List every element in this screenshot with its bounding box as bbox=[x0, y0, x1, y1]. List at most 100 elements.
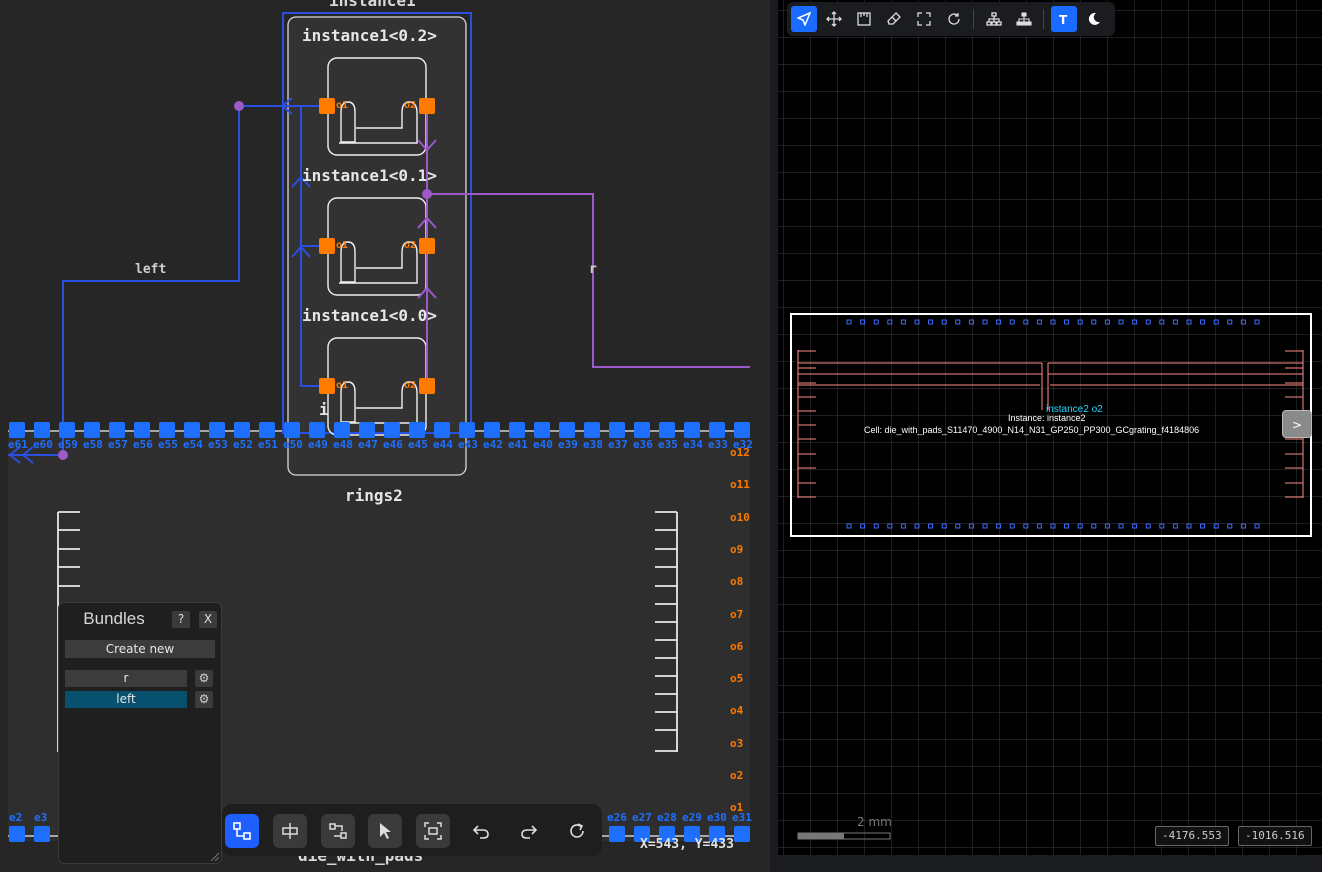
select-arrow-icon[interactable] bbox=[791, 6, 817, 32]
port-pad[interactable] bbox=[734, 826, 750, 842]
port-label: o5 bbox=[730, 672, 744, 686]
port-pad[interactable] bbox=[734, 422, 750, 438]
eraser-icon[interactable] bbox=[881, 6, 907, 32]
port-pad[interactable] bbox=[184, 422, 200, 438]
port-label: e59 bbox=[58, 438, 78, 451]
fullscreen-icon[interactable] bbox=[911, 6, 937, 32]
port-label: e45 bbox=[408, 438, 428, 451]
port-pad[interactable] bbox=[9, 826, 25, 842]
redo-icon[interactable] bbox=[512, 814, 546, 848]
bundle-tool-icon[interactable] bbox=[321, 814, 355, 848]
port-pad[interactable] bbox=[284, 422, 300, 438]
port-label: e40 bbox=[533, 438, 553, 451]
ruler-icon[interactable] bbox=[851, 6, 877, 32]
split-tool-icon[interactable] bbox=[273, 814, 307, 848]
route-tool-icon[interactable] bbox=[225, 814, 259, 848]
scale-label: 2 mm bbox=[857, 815, 892, 829]
port-pad[interactable] bbox=[509, 422, 525, 438]
bundle-item-r[interactable]: r bbox=[65, 670, 187, 687]
port-pad[interactable] bbox=[59, 422, 75, 438]
port-pad[interactable] bbox=[409, 422, 425, 438]
port-label: e54 bbox=[183, 438, 203, 451]
port-pad[interactable] bbox=[159, 422, 175, 438]
port-pad[interactable] bbox=[209, 422, 225, 438]
layout-viewer[interactable]: instance2 o2 Instance: instance2 Cell: d… bbox=[778, 0, 1322, 872]
port-label: e43 bbox=[458, 438, 478, 451]
text-toggle-icon[interactable]: T bbox=[1051, 6, 1077, 32]
port-pad[interactable] bbox=[134, 422, 150, 438]
port-pad[interactable] bbox=[34, 422, 50, 438]
undo-icon[interactable] bbox=[464, 814, 498, 848]
port-pad[interactable] bbox=[384, 422, 400, 438]
expand-panel-button[interactable]: > bbox=[1282, 410, 1312, 438]
bundles-panel: Bundles ? X Create new r ⚙ left ⚙ bbox=[58, 602, 222, 864]
port-pad[interactable] bbox=[334, 422, 350, 438]
port-pad[interactable] bbox=[609, 826, 625, 842]
port-label: e56 bbox=[133, 438, 153, 451]
port-pad[interactable] bbox=[434, 422, 450, 438]
cursor-position-readout: X=543, Y=433 bbox=[640, 837, 734, 852]
port-pad[interactable] bbox=[109, 422, 125, 438]
hierarchy-icon[interactable] bbox=[981, 6, 1007, 32]
port-pad[interactable] bbox=[309, 422, 325, 438]
port-label: o3 bbox=[730, 736, 744, 750]
port-pad[interactable] bbox=[609, 422, 625, 438]
move-icon[interactable] bbox=[821, 6, 847, 32]
resize-grip-icon[interactable] bbox=[209, 851, 219, 861]
dark-mode-icon[interactable] bbox=[1081, 6, 1107, 32]
port-pad[interactable] bbox=[659, 422, 675, 438]
port-label: e48 bbox=[333, 438, 353, 451]
gear-icon[interactable]: ⚙ bbox=[195, 691, 213, 708]
port-label: e60 bbox=[33, 438, 53, 451]
port-label: o10 bbox=[730, 510, 750, 524]
refresh-icon[interactable] bbox=[560, 814, 594, 848]
port-pad[interactable] bbox=[709, 422, 725, 438]
port-label: e38 bbox=[583, 438, 603, 451]
create-bundle-button[interactable]: Create new bbox=[65, 640, 215, 658]
instance-title-0-0: instance1<0.0> bbox=[302, 306, 437, 325]
port-label: e61 bbox=[8, 438, 28, 451]
port-label: e50 bbox=[283, 438, 303, 451]
help-button[interactable]: ? bbox=[172, 611, 190, 628]
port-pad[interactable] bbox=[84, 422, 100, 438]
port-label: e29 bbox=[682, 811, 702, 824]
route-label-left[interactable]: left bbox=[135, 262, 166, 277]
cell-label: Cell: die_with_pads_S11470_4900_N14_N31_… bbox=[864, 425, 1200, 435]
port-pad[interactable] bbox=[459, 422, 475, 438]
bundle-item-left[interactable]: left bbox=[65, 691, 187, 708]
port-label: e42 bbox=[483, 438, 503, 451]
port-pad[interactable] bbox=[234, 422, 250, 438]
close-button[interactable]: X bbox=[199, 611, 217, 628]
port-label: e2 bbox=[9, 811, 23, 824]
port-pad[interactable] bbox=[684, 422, 700, 438]
pointer-icon[interactable] bbox=[368, 814, 402, 848]
pane-divider[interactable] bbox=[770, 0, 778, 872]
port-label: o6 bbox=[730, 639, 744, 653]
port-pad[interactable] bbox=[34, 826, 50, 842]
port-label: o7 bbox=[730, 607, 744, 621]
port-label: e41 bbox=[508, 438, 528, 451]
port-label: e47 bbox=[358, 438, 378, 451]
coord-x-readout: -4176.553 bbox=[1155, 826, 1229, 846]
hierarchy-alt-icon[interactable] bbox=[1011, 6, 1037, 32]
schematic-canvas[interactable]: instance1 instance1<0.2> instance1<0.1> … bbox=[0, 0, 770, 872]
route-label-r[interactable]: r bbox=[589, 262, 597, 277]
port-pad[interactable] bbox=[484, 422, 500, 438]
port-label: e37 bbox=[608, 438, 628, 451]
port-pad[interactable] bbox=[259, 422, 275, 438]
port-pad[interactable] bbox=[634, 422, 650, 438]
port-label: e30 bbox=[707, 811, 727, 824]
rotate-icon[interactable] bbox=[941, 6, 967, 32]
port-pad[interactable] bbox=[534, 422, 550, 438]
port-label: o1 bbox=[336, 380, 349, 391]
port-pad[interactable] bbox=[584, 422, 600, 438]
port-pad[interactable] bbox=[559, 422, 575, 438]
port-label: o8 bbox=[730, 575, 744, 589]
frame-select-icon[interactable] bbox=[416, 814, 450, 848]
port-pad[interactable] bbox=[359, 422, 375, 438]
port-label: e35 bbox=[658, 438, 678, 451]
port-pad[interactable] bbox=[9, 422, 25, 438]
port-label: o2 bbox=[404, 380, 417, 391]
port-label: e58 bbox=[83, 438, 103, 451]
gear-icon[interactable]: ⚙ bbox=[195, 670, 213, 687]
